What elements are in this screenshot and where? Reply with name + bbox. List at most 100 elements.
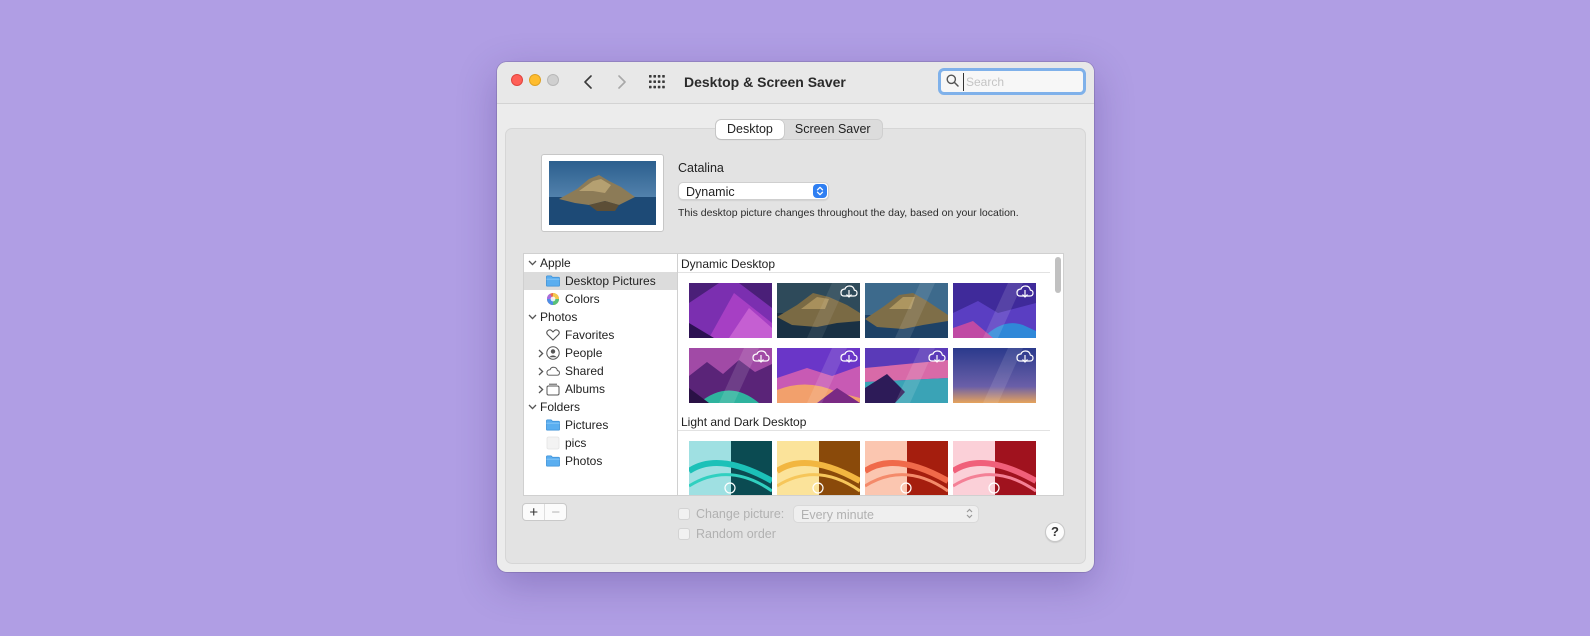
wallpaper-thumbnail[interactable] <box>953 283 1036 338</box>
sidebar-group-photos[interactable]: Photos <box>524 308 677 326</box>
sidebar-item-desktop-pictures[interactable]: Desktop Pictures <box>524 272 677 290</box>
system-preferences-window: Desktop & Screen Saver Desktop Screen Sa… <box>497 62 1094 572</box>
cloud-download-icon[interactable] <box>1016 285 1034 299</box>
color-wheel-icon <box>546 292 560 306</box>
help-button[interactable]: ? <box>1045 522 1065 542</box>
change-picture-checkbox[interactable] <box>678 508 690 520</box>
wallpaper-thumbnail[interactable] <box>689 348 772 403</box>
sidebar-item-label: Pictures <box>565 418 609 432</box>
wallpaper-thumbnail[interactable] <box>777 283 860 338</box>
sidebar-item-colors[interactable]: Colors <box>524 290 677 308</box>
dynamic-mode-value: Dynamic <box>686 185 735 199</box>
change-picture-label: Change picture: <box>696 507 785 521</box>
wallpaper-thumbnail[interactable] <box>865 441 948 495</box>
sidebar-group-label: Folders <box>540 400 581 414</box>
folder-icon <box>546 274 560 288</box>
catalina-preview-image <box>549 161 656 225</box>
random-order-option: Random order <box>678 526 776 542</box>
search-input[interactable] <box>963 73 1081 91</box>
sidebar-item-pics[interactable]: pics <box>524 434 677 452</box>
wallpaper-thumbnail[interactable] <box>777 441 860 495</box>
dynamic-mode-popup[interactable]: Dynamic <box>678 182 829 200</box>
zoom-window-button[interactable] <box>547 74 559 86</box>
disclosure-open-icon[interactable] <box>527 401 537 413</box>
gallery-scrollbar[interactable] <box>1055 257 1061 293</box>
wallpaper-thumbnail[interactable] <box>953 348 1036 403</box>
popup-arrows-icon <box>966 508 973 522</box>
sidebar-item-shared[interactable]: Shared <box>524 362 677 380</box>
chevron-right-icon <box>618 75 626 89</box>
current-picture-preview <box>541 154 664 232</box>
chevron-left-icon <box>584 75 592 89</box>
sidebar-item-label: People <box>565 346 603 360</box>
search-icon <box>946 74 959 90</box>
sidebar-item-label: pics <box>565 436 587 450</box>
search-field[interactable] <box>938 68 1086 95</box>
remove-folder-button[interactable]: − <box>544 504 566 521</box>
cloud-download-icon[interactable] <box>928 350 946 364</box>
sidebar-item-favorites[interactable]: Favorites <box>524 326 677 344</box>
sidebar-item-label: Photos <box>565 454 603 468</box>
sidebar-group-label: Apple <box>540 256 571 270</box>
wallpaper-thumbnail[interactable] <box>777 348 860 403</box>
change-interval-value: Every minute <box>801 508 874 522</box>
sidebar-group-apple[interactable]: Apple <box>524 254 677 272</box>
cloud-download-icon[interactable] <box>752 350 770 364</box>
sidebar-item-label: Desktop Pictures <box>565 274 656 288</box>
disclosure-open-icon[interactable] <box>527 311 537 323</box>
folder-add-remove: + − <box>522 503 567 521</box>
random-order-checkbox[interactable] <box>678 528 690 540</box>
close-window-button[interactable] <box>511 74 523 86</box>
tab-screen-saver[interactable]: Screen Saver <box>784 120 882 139</box>
picture-description: This desktop picture changes throughout … <box>678 207 1019 219</box>
cloud-download-icon[interactable] <box>840 285 858 299</box>
folder-icon <box>546 454 560 468</box>
show-all-button[interactable] <box>647 72 667 92</box>
wallpaper-gallery: Dynamic Desktop Light and Dark Desktop <box>677 253 1064 496</box>
shared-cloud-icon <box>546 364 560 378</box>
tab-desktop[interactable]: Desktop <box>716 120 784 139</box>
grid-icon <box>649 75 665 89</box>
sidebar-item-label: Albums <box>565 382 606 396</box>
disclosure-open-icon[interactable] <box>527 257 537 269</box>
sidebar-item-label: Favorites <box>565 328 615 342</box>
window-title: Desktop & Screen Saver <box>684 74 846 90</box>
wallpaper-thumbnail[interactable] <box>953 441 1036 495</box>
sidebar-group-label: Photos <box>540 310 578 324</box>
sidebar-item-pictures[interactable]: Pictures <box>524 416 677 434</box>
section-header: Dynamic Desktop <box>678 254 1050 273</box>
sidebar-item-people[interactable]: People <box>524 344 677 362</box>
wallpaper-thumbnail[interactable] <box>689 283 772 338</box>
random-order-label: Random order <box>696 527 776 541</box>
cloud-download-icon[interactable] <box>1016 350 1034 364</box>
sidebar-group-folders[interactable]: Folders <box>524 398 677 416</box>
source-list: Apple Desktop Pictures Colors Photos Fav… <box>523 253 677 496</box>
blank-file-icon <box>546 436 560 450</box>
sidebar-item-label: Colors <box>565 292 600 306</box>
change-picture-option: Change picture: <box>678 506 784 522</box>
wallpaper-thumbnail[interactable] <box>865 348 948 403</box>
cloud-download-icon[interactable] <box>840 350 858 364</box>
minimize-window-button[interactable] <box>529 74 541 86</box>
sidebar-item-photos-folder[interactable]: Photos <box>524 452 677 470</box>
sidebar-item-albums[interactable]: Albums <box>524 380 677 398</box>
picture-name: Catalina <box>678 161 724 175</box>
title-bar: Desktop & Screen Saver <box>497 62 1094 104</box>
sidebar-item-label: Shared <box>565 364 604 378</box>
album-icon <box>546 382 560 396</box>
back-button[interactable] <box>577 71 599 93</box>
section-title: Light and Dark Desktop <box>681 415 807 429</box>
disclosure-closed-icon[interactable] <box>536 383 546 395</box>
popup-arrows-icon <box>813 184 827 198</box>
add-folder-button[interactable]: + <box>523 504 544 521</box>
change-interval-popup[interactable]: Every minute <box>793 505 979 523</box>
folder-icon <box>546 418 560 432</box>
person-icon <box>546 346 560 360</box>
disclosure-closed-icon[interactable] <box>536 347 546 359</box>
wallpaper-thumbnail[interactable] <box>865 283 948 338</box>
section-title: Dynamic Desktop <box>681 257 776 271</box>
tab-bar: Desktop Screen Saver <box>715 119 883 140</box>
wallpaper-thumbnail[interactable] <box>689 441 772 495</box>
disclosure-closed-icon[interactable] <box>536 365 546 377</box>
forward-button[interactable] <box>611 71 633 93</box>
